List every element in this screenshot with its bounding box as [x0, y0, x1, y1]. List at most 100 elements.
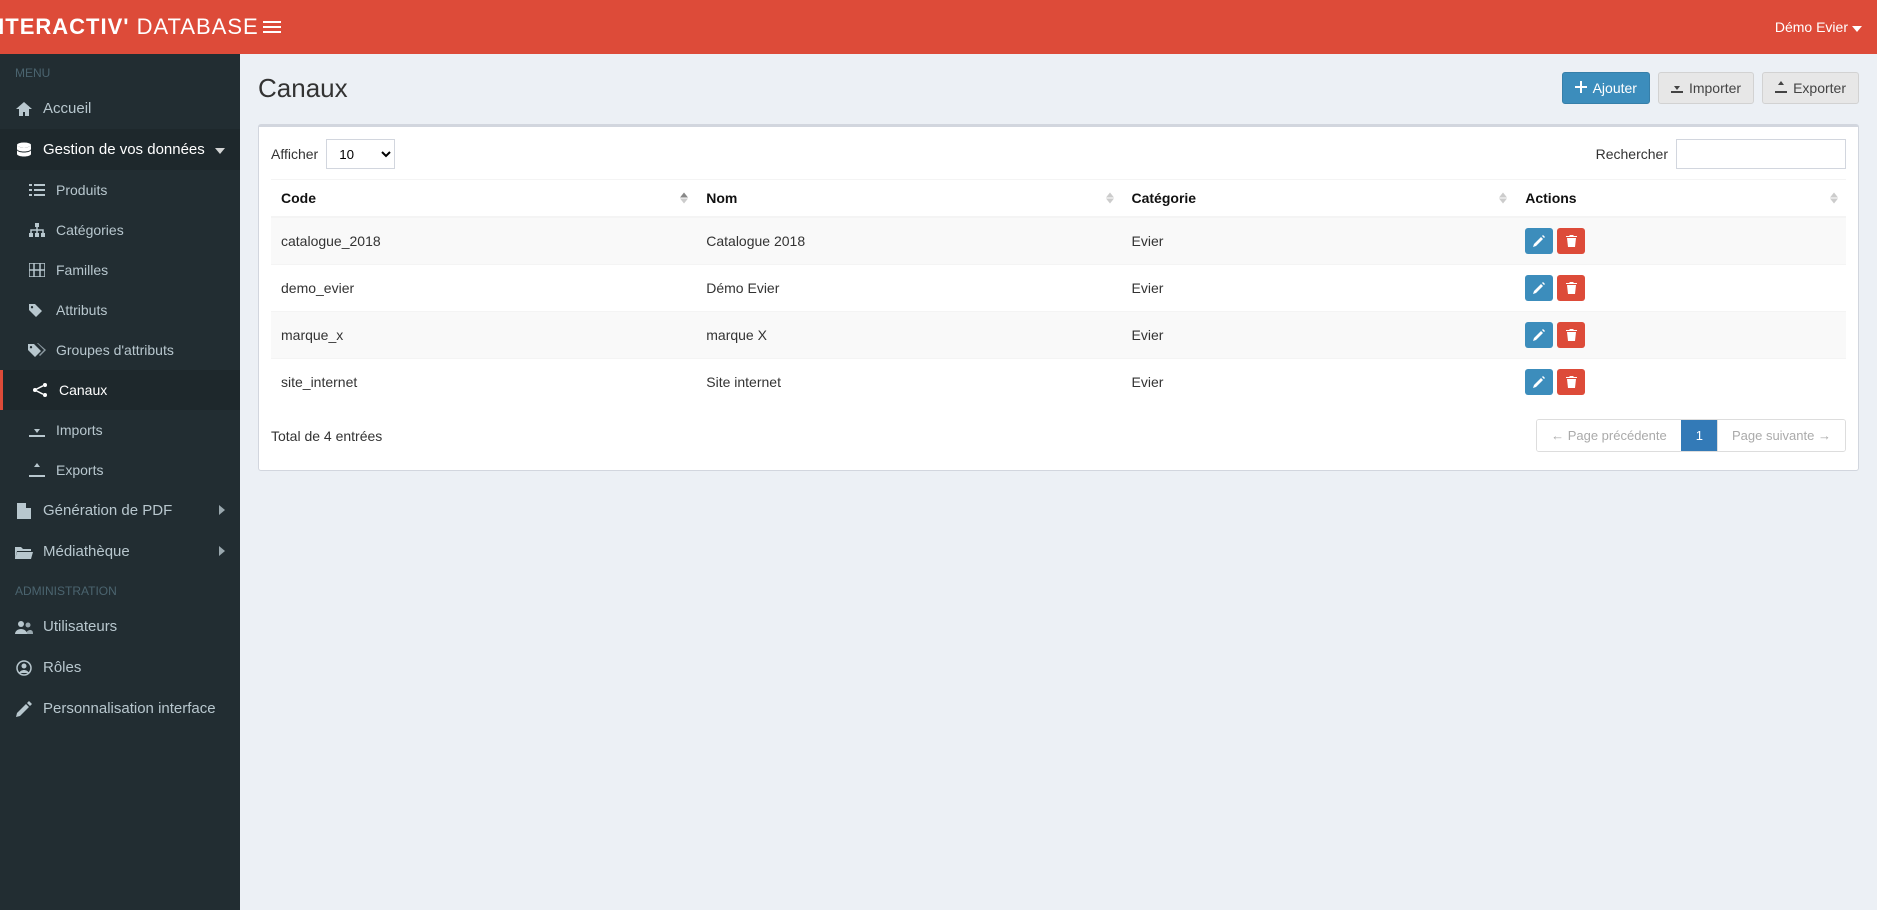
- edit-button[interactable]: [1525, 369, 1553, 395]
- sidebar-item-imports[interactable]: Imports: [0, 410, 240, 450]
- sidebar-item-familles[interactable]: Familles: [0, 250, 240, 290]
- sidebar-item-media[interactable]: Médiathèque: [0, 531, 240, 572]
- search-label: Rechercher: [1596, 146, 1668, 162]
- col-code[interactable]: Code: [271, 180, 696, 218]
- edit-button[interactable]: [1525, 228, 1553, 254]
- sidebar-item-exports[interactable]: Exports: [0, 450, 240, 490]
- cell-categorie: Evier: [1122, 217, 1516, 265]
- user-name: Démo Evier: [1775, 19, 1848, 35]
- pencil-icon: [1533, 282, 1545, 294]
- download-icon: [28, 423, 46, 437]
- show-label: Afficher: [271, 146, 318, 162]
- chevron-right-icon: [219, 545, 225, 559]
- cell-code: marque_x: [271, 312, 696, 359]
- delete-button[interactable]: [1557, 322, 1585, 348]
- cell-actions: [1515, 312, 1846, 359]
- import-button[interactable]: Importer: [1658, 72, 1754, 104]
- cell-code: catalogue_2018: [271, 217, 696, 265]
- chevron-down-icon: [1852, 19, 1862, 35]
- sidebar-item-roles[interactable]: Rôles: [0, 647, 240, 688]
- table-row: demo_evierDémo EvierEvier: [271, 265, 1846, 312]
- user-circle-icon: [15, 660, 33, 676]
- page-prev[interactable]: ← Page précédente: [1537, 420, 1681, 451]
- sidebar-label: Imports: [56, 422, 103, 438]
- cell-nom: Site internet: [696, 359, 1121, 406]
- sidebar-item-pdf[interactable]: Génération de PDF: [0, 490, 240, 531]
- sidebar-item-produits[interactable]: Produits: [0, 170, 240, 210]
- search-input[interactable]: [1676, 139, 1846, 169]
- sidebar-label: Génération de PDF: [43, 502, 172, 519]
- show-select[interactable]: 10: [326, 139, 395, 169]
- cell-actions: [1515, 217, 1846, 265]
- col-nom[interactable]: Nom: [696, 180, 1121, 218]
- trash-icon: [1566, 376, 1577, 388]
- upload-icon: [28, 463, 46, 477]
- show-entries: Afficher 10: [271, 139, 395, 169]
- edit-icon: [15, 701, 33, 717]
- table-controls: Afficher 10 Rechercher: [271, 139, 1846, 169]
- sort-icon: [680, 193, 688, 204]
- delete-button[interactable]: [1557, 369, 1585, 395]
- cell-code: site_internet: [271, 359, 696, 406]
- sidebar-item-utilisateurs[interactable]: Utilisateurs: [0, 606, 240, 647]
- sidebar-label: Catégories: [56, 222, 124, 238]
- list-icon: [28, 184, 46, 196]
- delete-button[interactable]: [1557, 228, 1585, 254]
- sidebar-item-canaux[interactable]: Canaux: [0, 370, 240, 410]
- table-row: site_internetSite internetEvier: [271, 359, 1846, 406]
- sidebar-item-categories[interactable]: Catégories: [0, 210, 240, 250]
- tag-icon: [28, 303, 46, 317]
- brand-part1: INTERACTIV': [0, 14, 130, 40]
- sidebar-item-gestion[interactable]: Gestion de vos données: [0, 129, 240, 170]
- sidebar-label: Personnalisation interface: [43, 700, 216, 717]
- sidebar-toggle-button[interactable]: [255, 13, 289, 41]
- table-info: Total de 4 entrées: [271, 428, 382, 444]
- sidebar-label: Utilisateurs: [43, 618, 117, 635]
- col-categorie[interactable]: Catégorie: [1122, 180, 1516, 218]
- search-control: Rechercher: [1596, 139, 1846, 169]
- sort-icon: [1106, 193, 1114, 204]
- add-button[interactable]: Ajouter: [1562, 72, 1650, 104]
- file-pdf-icon: [15, 503, 33, 519]
- table-row: catalogue_2018Catalogue 2018Evier: [271, 217, 1846, 265]
- edit-button[interactable]: [1525, 322, 1553, 348]
- data-box: Afficher 10 Rechercher Code: [258, 124, 1859, 471]
- pencil-icon: [1533, 329, 1545, 341]
- user-menu-toggle[interactable]: Démo Evier: [1775, 19, 1862, 35]
- sidebar-label: Exports: [56, 462, 103, 478]
- table-row: marque_xmarque XEvier: [271, 312, 1846, 359]
- sidebar-item-groupes[interactable]: Groupes d'attributs: [0, 330, 240, 370]
- top-header: INTERACTIV' DATABASE Démo Evier: [0, 0, 1877, 54]
- topbar: Démo Evier: [240, 0, 1877, 54]
- share-icon: [31, 382, 49, 398]
- sidebar-item-perso[interactable]: Personnalisation interface: [0, 688, 240, 729]
- trash-icon: [1566, 282, 1577, 294]
- grid-icon: [28, 263, 46, 277]
- page-next[interactable]: Page suivante →: [1717, 420, 1845, 451]
- export-button[interactable]: Exporter: [1762, 72, 1859, 104]
- delete-button[interactable]: [1557, 275, 1585, 301]
- sort-icon: [1830, 193, 1838, 204]
- sidebar-label: Groupes d'attributs: [56, 342, 174, 358]
- cell-code: demo_evier: [271, 265, 696, 312]
- sidebar-item-attributs[interactable]: Attributs: [0, 290, 240, 330]
- page-actions: Ajouter Importer Exporter: [1562, 72, 1859, 104]
- main-content: Canaux Ajouter Importer Exporter: [240, 54, 1877, 910]
- edit-button[interactable]: [1525, 275, 1553, 301]
- tags-icon: [28, 343, 46, 357]
- sitemap-icon: [28, 223, 46, 237]
- table-footer: Total de 4 entrées ← Page précédente 1 P…: [271, 419, 1846, 452]
- page-title: Canaux: [258, 73, 348, 104]
- upload-icon: [1775, 80, 1787, 96]
- sidebar-section-admin: ADMINISTRATION: [0, 572, 240, 606]
- database-icon: [15, 142, 33, 158]
- page-number[interactable]: 1: [1681, 420, 1717, 451]
- sidebar-label: Familles: [56, 262, 108, 278]
- bars-icon: [263, 21, 281, 23]
- col-actions[interactable]: Actions: [1515, 180, 1846, 218]
- sidebar-section-menu: MENU: [0, 54, 240, 88]
- trash-icon: [1566, 235, 1577, 247]
- sidebar-item-accueil[interactable]: Accueil: [0, 88, 240, 129]
- brand-logo[interactable]: INTERACTIV' DATABASE: [0, 0, 240, 54]
- download-icon: [1671, 80, 1683, 96]
